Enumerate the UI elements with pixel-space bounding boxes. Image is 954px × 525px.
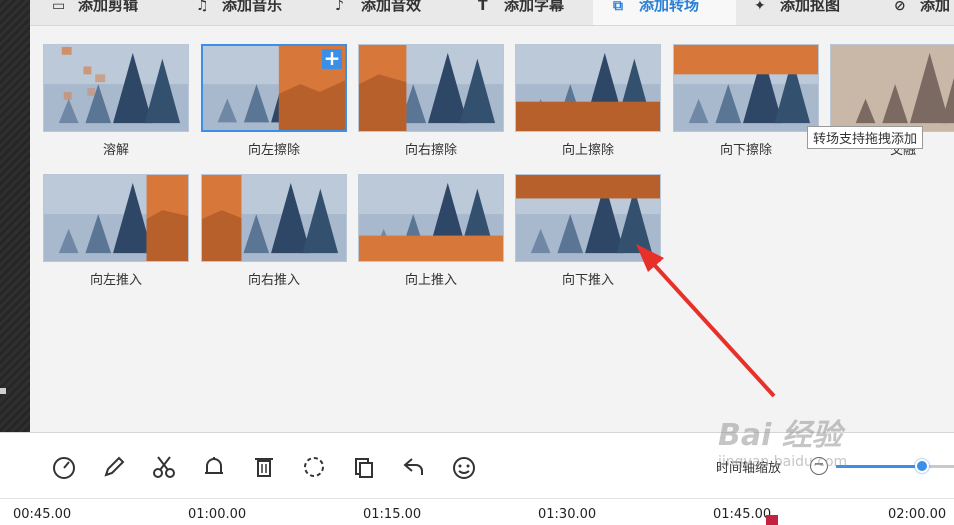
speed-icon[interactable]	[50, 453, 78, 481]
blend-transition-preview	[831, 45, 954, 131]
more-icon: ⊘	[894, 0, 906, 14]
wipe-up-transition-preview	[516, 45, 660, 131]
playhead-marker[interactable]	[766, 515, 778, 525]
bell-icon[interactable]	[200, 453, 228, 481]
transition-library: 溶解 + 向左擦除 向右擦除 向上擦除 向下擦除 交融 向左推入 向右推入 向上…	[30, 26, 954, 432]
transition-label: 向左擦除	[247, 143, 300, 158]
transition-label: 溶解	[102, 143, 129, 158]
tab-add-subtitle[interactable]: T 添加字幕	[478, 0, 564, 25]
timeline-tick-label: 01:30.00	[538, 507, 597, 522]
left-panel-edge	[0, 0, 30, 432]
dissolve-transition-preview	[44, 45, 188, 131]
tab-add-music[interactable]: ♫ 添加音乐	[196, 0, 282, 25]
transition-icon: ⧉	[613, 0, 623, 14]
transition-label: 向下推入	[561, 273, 614, 288]
unlink-icon[interactable]	[300, 453, 328, 481]
wipe-down-transition-preview	[674, 45, 818, 131]
timeline-tick-label: 01:00.00	[188, 507, 247, 522]
tab-add-more[interactable]: ⊘ 添加	[894, 0, 950, 25]
drag-tooltip: 转场支持拖拽添加	[807, 126, 924, 149]
clip-icon: ▭	[52, 0, 66, 14]
transition-thumb-8[interactable]	[201, 174, 347, 262]
tab-add-transition[interactable]: ⧉ 添加转场	[593, 0, 736, 25]
timeline-ruler[interactable]: 00:45.00 01:00.00 01:15.00 01:30.00 01:45.00…	[0, 498, 954, 525]
transition-thumb-2[interactable]: +	[201, 44, 347, 132]
push-up-transition-preview	[359, 175, 503, 261]
transition-label: 向右推入	[247, 273, 300, 288]
tab-add-cutout[interactable]: ✦ 添加抠图	[754, 0, 840, 25]
transition-thumb-9[interactable]	[358, 174, 504, 262]
transition-thumb-7[interactable]	[43, 174, 189, 262]
tab-bar: ▭ 添加剪辑 ♫ 添加音乐 ♪ 添加音效 T 添加字幕 ⧉ 添加转场 ✦ 添加抠图 ⊘ 添加	[30, 0, 954, 26]
timeline-zoom-label: 时间轴缩放	[716, 461, 782, 476]
transition-thumb-10[interactable]	[515, 174, 661, 262]
push-right-transition-preview	[202, 175, 346, 261]
panel-marker	[0, 388, 6, 394]
timeline-tick-label: 01:15.00	[363, 507, 422, 522]
transition-thumb-6[interactable]	[830, 44, 954, 132]
music-icon: ♫	[196, 0, 209, 14]
add-transition-button[interactable]: +	[322, 48, 342, 69]
wipe-right-transition-preview	[359, 45, 503, 131]
transition-label: 向左推入	[89, 273, 142, 288]
transition-label: 向下擦除	[719, 143, 772, 158]
tab-add-clip[interactable]: ▭ 添加剪辑	[52, 0, 138, 25]
transition-thumb-1[interactable]	[43, 44, 189, 132]
transition-label: 向右擦除	[404, 143, 457, 158]
zoom-out-button[interactable]: −	[810, 457, 828, 475]
tab-add-sound-effect[interactable]: ♪ 添加音效	[335, 0, 421, 25]
edit-toolbar: 时间轴缩放 −	[0, 432, 954, 498]
sound-effect-icon: ♪	[335, 0, 344, 14]
edit-icon[interactable]	[100, 453, 128, 481]
timeline-tick-label: 01:45.00	[713, 507, 772, 522]
delete-icon[interactable]	[250, 453, 278, 481]
transition-thumb-5[interactable]	[673, 44, 819, 132]
transition-label: 向上推入	[404, 273, 457, 288]
cutout-icon: ✦	[754, 0, 766, 14]
zoom-slider-fill	[836, 465, 922, 468]
push-left-transition-preview	[44, 175, 188, 261]
transition-label: 向上擦除	[561, 143, 614, 158]
zoom-slider-handle[interactable]	[915, 459, 929, 473]
undo-icon[interactable]	[400, 453, 428, 481]
timeline-tick-label: 02:00.00	[888, 507, 947, 522]
emoji-icon[interactable]	[450, 453, 478, 481]
push-down-transition-preview	[516, 175, 660, 261]
transition-thumb-3[interactable]	[358, 44, 504, 132]
subtitle-icon: T	[478, 0, 488, 14]
cut-icon[interactable]	[150, 453, 178, 481]
timeline-tick-label: 00:45.00	[13, 507, 72, 522]
copy-icon[interactable]	[350, 453, 378, 481]
transition-thumb-4[interactable]	[515, 44, 661, 132]
